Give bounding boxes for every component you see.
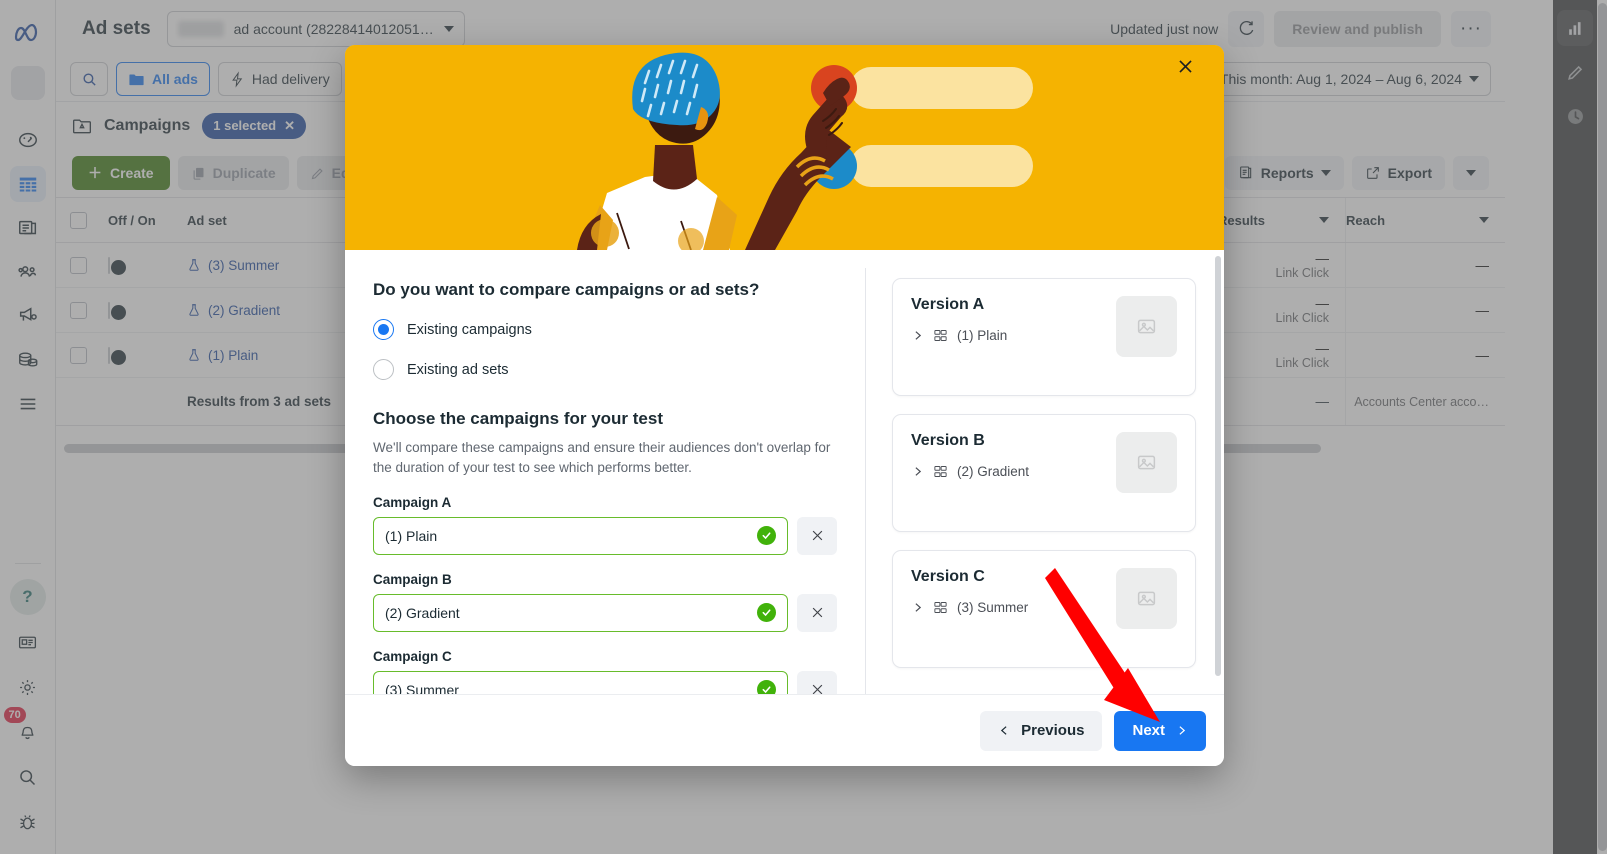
campaign-a-label: Campaign A	[373, 494, 452, 510]
modal-scrollbar[interactable]	[1215, 256, 1221, 676]
version-a-title: Version A	[911, 296, 985, 313]
next-button-label: Next	[1132, 722, 1165, 739]
previous-button[interactable]: Previous	[980, 710, 1103, 751]
radio-option-existing-ad-sets[interactable]: Existing ad sets	[373, 359, 837, 380]
image-placeholder-icon	[1137, 455, 1156, 470]
campaign-b-label: Campaign B	[373, 571, 452, 587]
version-a-item[interactable]: (1) Plain	[911, 328, 1116, 343]
campaign-grid-icon	[934, 466, 947, 477]
campaign-grid-icon	[934, 330, 947, 341]
radio-button[interactable]	[373, 359, 394, 380]
version-b-title: Version B	[911, 432, 985, 449]
radio-label: Existing ad sets	[407, 361, 509, 378]
version-card-c-main: Version C (3) Summer	[911, 568, 1116, 650]
ab-test-modal: Do you want to compare campaigns or ad s…	[345, 45, 1224, 766]
campaign-b-value: (2) Gradient	[385, 604, 460, 621]
close-icon[interactable]	[1176, 57, 1210, 91]
modal-right-column: Version A (1) Plain Version B (2) Gradie…	[866, 250, 1224, 766]
radio-button[interactable]	[373, 319, 394, 340]
version-b-thumbnail	[1116, 432, 1177, 493]
hero-illustration-art	[345, 45, 1224, 250]
radio-option-existing-campaigns[interactable]: Existing campaigns	[373, 319, 837, 340]
campaign-c-label: Campaign C	[373, 648, 452, 664]
version-card-b: Version B (2) Gradient	[892, 414, 1196, 532]
chevron-right-icon[interactable]	[911, 601, 924, 614]
modal-footer: Previous Next	[345, 694, 1224, 766]
question-title: Do you want to compare campaigns or ad s…	[373, 280, 760, 299]
image-placeholder-icon	[1137, 319, 1156, 334]
campaign-b-row: (2) Gradient	[373, 593, 837, 632]
valid-check-icon	[757, 603, 776, 623]
chevron-left-icon	[1000, 726, 1007, 735]
image-placeholder-icon	[1137, 591, 1156, 606]
modal-left-column: Do you want to compare campaigns or ad s…	[345, 250, 865, 766]
version-c-title: Version C	[911, 568, 985, 585]
version-card-a: Version A (1) Plain	[892, 278, 1196, 396]
chevron-right-icon[interactable]	[911, 329, 924, 342]
next-button[interactable]: Next	[1114, 710, 1206, 751]
campaign-b-input[interactable]: (2) Gradient	[373, 593, 788, 632]
version-card-c: Version C (3) Summer	[892, 550, 1196, 668]
campaign-a-input[interactable]: (1) Plain	[373, 516, 788, 555]
campaign-a-row: (1) Plain	[373, 516, 837, 555]
version-b-item[interactable]: (2) Gradient	[911, 464, 1116, 479]
previous-button-label: Previous	[1021, 722, 1085, 739]
valid-check-icon	[757, 526, 776, 546]
version-a-item-label: (1) Plain	[957, 328, 1008, 343]
campaign-a-clear-button[interactable]	[797, 516, 837, 555]
section-title: Choose the campaigns for your test	[373, 409, 663, 428]
version-c-item-label: (3) Summer	[957, 600, 1029, 615]
version-card-b-main: Version B (2) Gradient	[911, 432, 1116, 514]
version-c-thumbnail	[1116, 568, 1177, 629]
section-description: We'll compare these campaigns and ensure…	[373, 440, 831, 475]
chevron-right-icon	[1179, 726, 1186, 735]
version-b-item-label: (2) Gradient	[957, 464, 1030, 479]
campaign-b-clear-button[interactable]	[797, 593, 837, 632]
screen-root: ? 70 Ad sets	[0, 0, 1607, 854]
radio-label: Existing campaigns	[407, 321, 532, 338]
modal-body: Do you want to compare campaigns or ad s…	[345, 250, 1224, 766]
chevron-right-icon[interactable]	[911, 465, 924, 478]
campaign-grid-icon	[934, 602, 947, 613]
version-a-thumbnail	[1116, 296, 1177, 357]
version-card-a-main: Version A (1) Plain	[911, 296, 1116, 378]
hero-illustration	[345, 45, 1224, 250]
version-c-item[interactable]: (3) Summer	[911, 600, 1116, 615]
campaign-a-value: (1) Plain	[385, 527, 438, 544]
